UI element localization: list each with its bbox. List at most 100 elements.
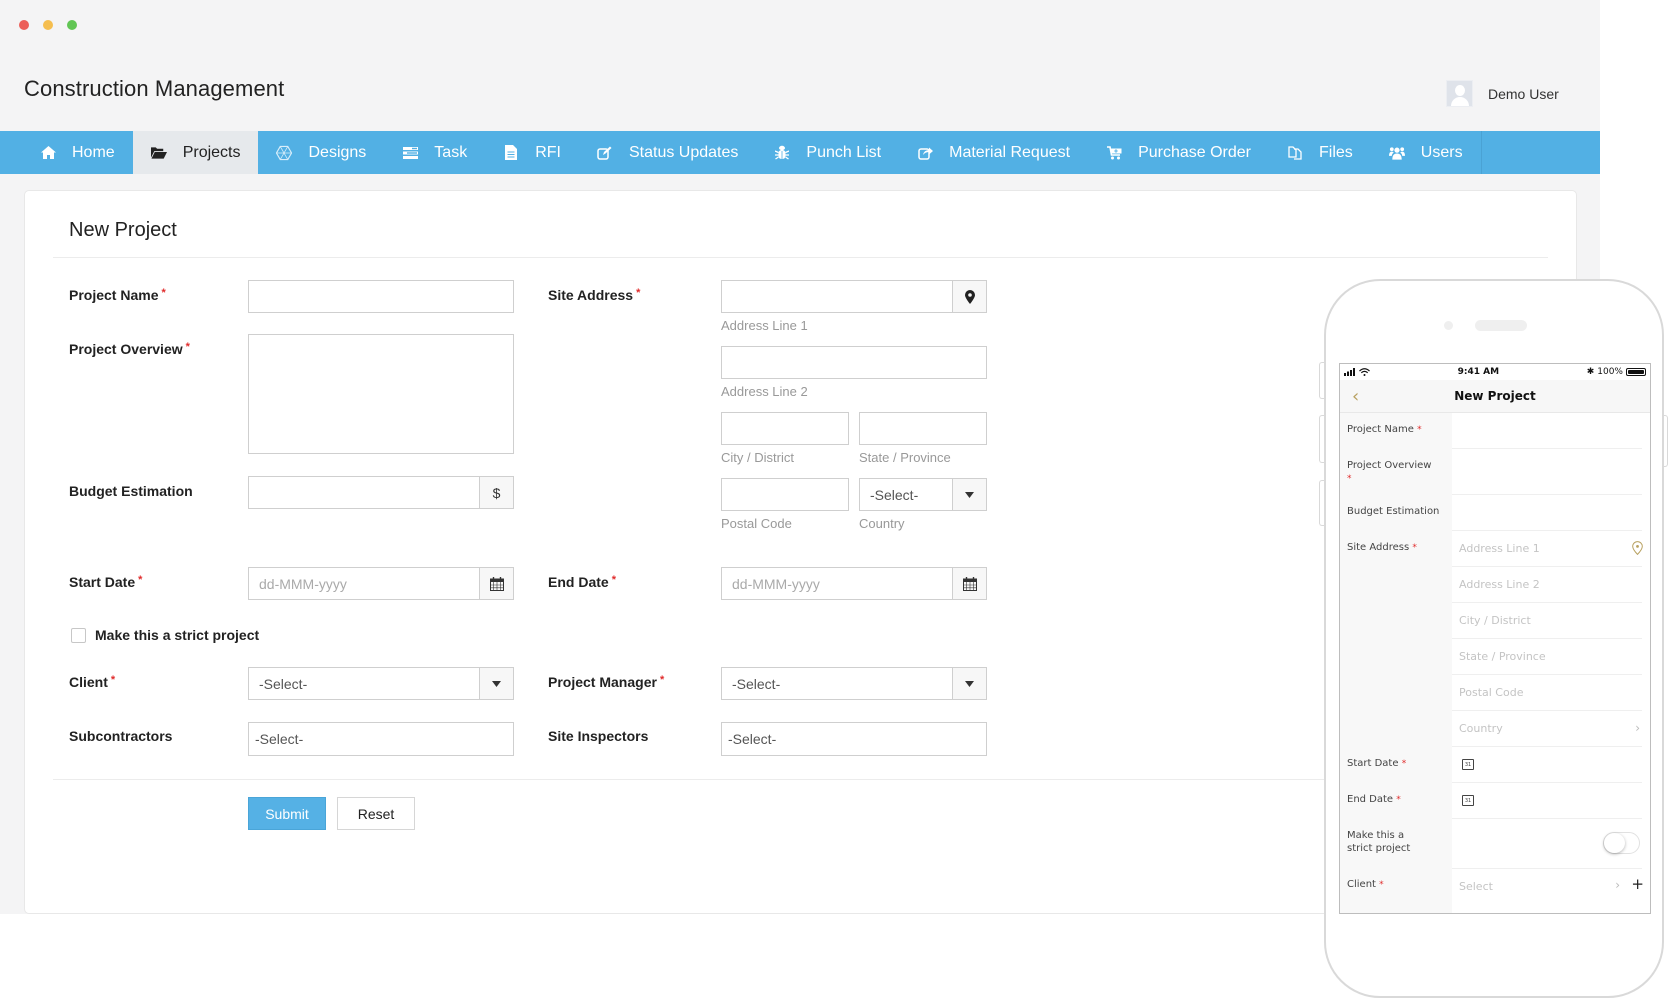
calendar-icon[interactable]: 31 [1462, 759, 1474, 770]
nav-item-home[interactable]: Home [0, 131, 133, 174]
app-title: Construction Management [24, 76, 285, 101]
budget-estimation-input[interactable]: $ [248, 476, 514, 509]
title-divider [53, 257, 1548, 258]
nav-item-label: Material Request [949, 143, 1071, 161]
client-label: Client * [69, 674, 116, 690]
project-manager-select[interactable]: -Select- [721, 667, 987, 700]
edit-icon [597, 145, 613, 161]
caret-down-icon [952, 479, 986, 510]
mobile-row-address-line2[interactable]: Address Line 2 [1340, 567, 1650, 603]
site-address-label: Site Address * [548, 287, 641, 303]
subcontractors-select[interactable]: -Select- [248, 722, 514, 756]
cart-icon [1106, 145, 1122, 161]
nav-item-label: Purchase Order [1138, 143, 1251, 161]
phone-camera [1444, 321, 1453, 330]
caret-down-icon [952, 668, 986, 699]
nav-item-files[interactable]: Files [1269, 131, 1371, 174]
address-line2-input[interactable] [721, 346, 987, 379]
users-icon [1388, 145, 1405, 161]
nav-item-rfi[interactable]: RFI [485, 131, 579, 174]
project-name-label: Project Name * [69, 287, 166, 303]
state-caption: State / Province [859, 450, 951, 465]
strict-project-checkbox[interactable] [71, 628, 86, 643]
home-icon [40, 145, 56, 161]
mobile-row-country[interactable]: Country › [1340, 711, 1650, 747]
strict-project-toggle[interactable] [1603, 832, 1640, 854]
mobile-row-start-date[interactable]: Start Date * 31 [1340, 747, 1650, 783]
avatar [1446, 80, 1473, 107]
nav-item-projects[interactable]: Projects [132, 131, 259, 174]
map-marker-icon[interactable] [952, 281, 986, 312]
share-icon [917, 145, 933, 161]
location-pin-icon[interactable] [1632, 540, 1643, 559]
site-inspectors-select[interactable]: -Select- [721, 722, 987, 756]
hexagon-design-icon [276, 145, 293, 161]
strict-project-label: Make this a strict project [95, 627, 260, 643]
mobile-status-bar: 9:41 AM ✱ 100% [1340, 364, 1650, 380]
nav-item-status-updates[interactable]: Status Updates [579, 131, 756, 174]
project-overview-textarea[interactable] [248, 334, 514, 454]
mobile-row-project-name[interactable]: Project Name * [1340, 413, 1650, 449]
nav-item-label: Status Updates [628, 143, 739, 161]
close-window-button[interactable] [19, 20, 29, 30]
user-name: Demo User [1488, 85, 1559, 102]
chevron-right-icon: › [1635, 721, 1640, 735]
nav-item-material-request[interactable]: Material Request [899, 131, 1088, 174]
chevron-right-icon: › [1615, 878, 1620, 892]
nav-item-label: Files [1319, 143, 1353, 161]
project-manager-label: Project Manager * [548, 674, 665, 690]
nav-item-punch-list[interactable]: Punch List [756, 131, 899, 174]
battery-icon [1625, 368, 1646, 376]
mobile-screen: 9:41 AM ✱ 100% ‹ New Project Project Nam… [1339, 363, 1651, 914]
project-name-input[interactable] [248, 280, 514, 313]
document-icon [503, 145, 519, 161]
minimize-window-button[interactable] [43, 20, 53, 30]
reset-button[interactable]: Reset [337, 797, 415, 830]
subcontractors-label: Subcontractors [69, 728, 173, 744]
nav-item-label: Home [72, 143, 115, 161]
mobile-row-client[interactable]: Client * Select › + [1340, 869, 1650, 905]
nav-item-purchase-order[interactable]: Purchase Order [1088, 131, 1269, 174]
signal-icon [1344, 368, 1355, 376]
end-date-input[interactable]: dd-MMM-yyyy [721, 567, 987, 600]
mobile-row-city[interactable]: City / District [1340, 603, 1650, 639]
state-input[interactable] [859, 412, 987, 445]
files-icon [1287, 145, 1303, 161]
nav-item-label: Punch List [806, 143, 882, 161]
bug-icon [774, 145, 790, 161]
mobile-row-postal-code[interactable]: Postal Code [1340, 675, 1650, 711]
country-caption: Country [859, 516, 905, 531]
battery-percent: 100% [1597, 367, 1623, 377]
address-line2-caption: Address Line 2 [721, 384, 808, 399]
bluetooth-icon: ✱ [1586, 367, 1595, 377]
add-client-icon[interactable]: + [1631, 875, 1644, 893]
address-line1-input[interactable] [721, 280, 987, 313]
nav-item-task[interactable]: Task [384, 131, 485, 174]
start-date-input[interactable]: dd-MMM-yyyy [248, 567, 514, 600]
mobile-row-address-line1[interactable]: Site Address * Address Line 1 [1340, 531, 1650, 567]
calendar-icon[interactable] [479, 568, 513, 599]
mobile-row-budget-estimation[interactable]: Budget Estimation [1340, 495, 1650, 531]
tasks-icon [402, 145, 418, 161]
mobile-title: New Project [1454, 389, 1536, 403]
submit-button[interactable]: Submit [248, 797, 326, 830]
calendar-icon[interactable]: 31 [1462, 795, 1474, 806]
city-input[interactable] [721, 412, 849, 445]
mobile-nav-bar: ‹ New Project [1340, 380, 1650, 413]
back-chevron-icon[interactable]: ‹ [1352, 386, 1359, 407]
phone-speaker [1475, 320, 1527, 331]
country-select[interactable]: -Select- [859, 478, 987, 511]
mobile-row-project-overview[interactable]: Project Overview * [1340, 449, 1650, 495]
user-menu[interactable]: Demo User [1446, 80, 1559, 107]
client-select[interactable]: -Select- [248, 667, 514, 700]
calendar-icon[interactable] [952, 568, 986, 599]
postal-code-input[interactable] [721, 478, 849, 511]
page-title: New Project [69, 219, 177, 241]
mobile-row-end-date[interactable]: End Date * 31 [1340, 783, 1650, 819]
nav-item-users[interactable]: Users [1371, 131, 1481, 174]
nav-item-label: Projects [182, 143, 241, 161]
mobile-row-state[interactable]: State / Province [1340, 639, 1650, 675]
maximize-window-button[interactable] [67, 20, 77, 30]
mobile-row-strict-project: Make this a strict project [1340, 819, 1650, 869]
nav-item-designs[interactable]: Designs [258, 131, 384, 174]
